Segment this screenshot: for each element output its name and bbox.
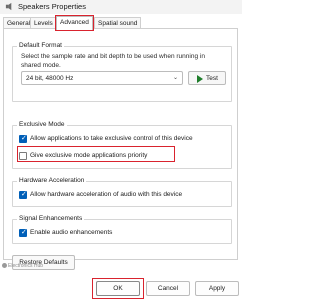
- play-icon: [197, 75, 203, 83]
- format-select-value: 24 bit, 48000 Hz: [26, 75, 74, 82]
- group-title: Exclusive Mode: [17, 121, 67, 128]
- group-title: Default Format: [17, 42, 64, 49]
- priority-highlight: [17, 146, 175, 162]
- format-select[interactable]: 24 bit, 48000 Hz ⌄: [21, 71, 183, 85]
- test-button-label: Test: [206, 75, 218, 82]
- cancel-button[interactable]: Cancel: [146, 281, 190, 296]
- watermark: Electronics Hub: [2, 263, 43, 269]
- allow-exclusive-checkbox[interactable]: ✓: [19, 135, 27, 143]
- watermark-text: Electronics Hub: [8, 263, 44, 269]
- enhancements-checkbox[interactable]: ✓: [19, 229, 27, 237]
- allow-exclusive-label: Allow applications to take exclusive con…: [30, 135, 193, 142]
- ok-button[interactable]: OK: [96, 281, 140, 296]
- apply-button[interactable]: Apply: [195, 281, 239, 296]
- tab-label: Advanced: [60, 19, 89, 26]
- enhancements-label: Enable audio enhancements: [30, 229, 113, 236]
- hardware-acceleration-group: Hardware Acceleration ✓ Allow hardware a…: [12, 177, 232, 207]
- window-title: Speakers Properties: [18, 2, 86, 11]
- advanced-panel: Default Format Select the sample rate an…: [3, 28, 238, 270]
- checkmark-icon: ✓: [21, 191, 27, 198]
- signal-enhancements-group: Signal Enhancements ✓ Enable audio enhan…: [12, 215, 232, 244]
- checkmark-icon: ✓: [21, 135, 27, 142]
- tab-label: General: [7, 20, 31, 27]
- watermark-logo-icon: [2, 263, 7, 269]
- group-title: Hardware Acceleration: [17, 177, 87, 184]
- default-format-description: Select the sample rate and bit depth to …: [21, 53, 205, 69]
- hw-accel-checkbox[interactable]: ✓: [19, 191, 27, 199]
- hw-accel-label: Allow hardware acceleration of audio wit…: [30, 191, 183, 198]
- group-title: Signal Enhancements: [17, 215, 85, 222]
- speaker-icon: [5, 2, 12, 11]
- test-button[interactable]: Test: [188, 71, 226, 85]
- chevron-down-icon: ⌄: [172, 75, 178, 81]
- tab-label: Spatial sound: [98, 20, 138, 27]
- tab-label: Levels: [34, 20, 53, 27]
- title-bar: Speakers Properties: [0, 0, 242, 14]
- checkmark-icon: ✓: [21, 229, 27, 236]
- tab-advanced[interactable]: Advanced: [55, 15, 94, 31]
- default-format-group: Default Format Select the sample rate an…: [12, 42, 232, 102]
